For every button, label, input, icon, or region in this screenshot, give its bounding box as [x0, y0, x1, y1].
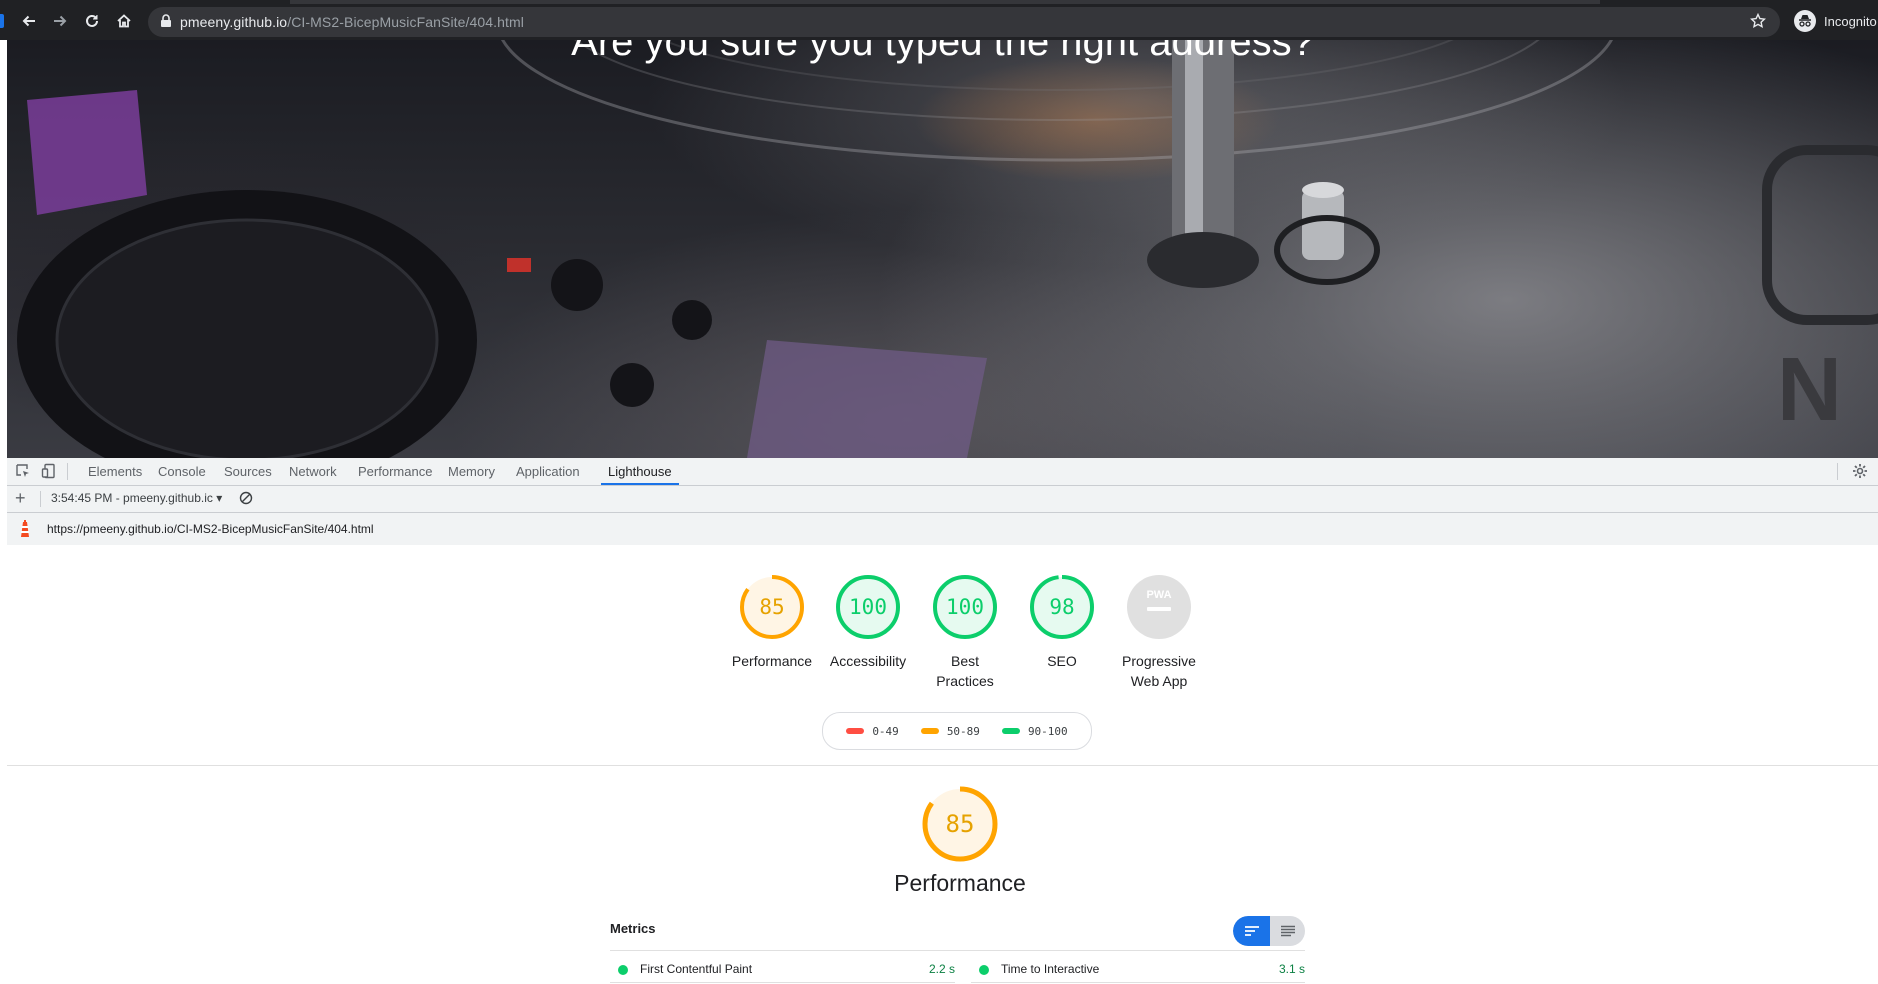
legend-average-swatch [920, 728, 939, 734]
device-toolbar-icon[interactable] [41, 463, 57, 484]
clear-reports-icon[interactable] [239, 491, 253, 510]
best-practices-score: 100 [946, 595, 984, 619]
pwa-badge-icon: PWA [1125, 573, 1193, 641]
metrics-divider [610, 950, 1305, 951]
metrics-heading: Metrics [610, 921, 656, 936]
performance-score-large: 85 [945, 810, 975, 838]
expanded-view-icon[interactable] [1270, 916, 1305, 946]
legend-average: 50-89 [920, 725, 980, 738]
legend-fail: 0-49 [846, 725, 899, 738]
accessibility-label: Accessibility [829, 653, 907, 669]
window-edge-indicator [0, 14, 4, 28]
tab-performance[interactable]: Performance [358, 458, 432, 485]
browser-toolbar: pmeeny.github.io/CI-MS2-BicepMusicFanSit… [0, 0, 1878, 40]
tab-lighthouse[interactable]: Lighthouse [601, 458, 679, 485]
address-url[interactable]: pmeeny.github.io/CI-MS2-BicepMusicFanSit… [180, 14, 524, 30]
tab-console[interactable]: Console [158, 458, 206, 485]
settings-gear-icon[interactable] [1852, 463, 1868, 484]
report-url-bar: https://pmeeny.github.io/CI-MS2-BicepMus… [7, 513, 1878, 545]
gauge-accessibility[interactable]: 100 Accessibility [820, 573, 916, 671]
metric-row-divider [971, 982, 1305, 983]
svg-text:N: N [1777, 340, 1842, 440]
pwa-label: Progressive Web App [1122, 653, 1196, 689]
tab-sources[interactable]: Sources [224, 458, 272, 485]
home-icon[interactable] [113, 10, 135, 32]
metric-time-to-interactive: Time to Interactive 3.1 s [971, 961, 1305, 979]
profile-label: Incognito [1824, 13, 1877, 29]
tab-elements[interactable]: Elements [88, 458, 142, 485]
tab-network[interactable]: Network [289, 458, 337, 485]
incognito-profile-button[interactable]: Incognito [1794, 9, 1877, 33]
forward-arrow-icon[interactable] [49, 10, 71, 32]
compact-view-icon[interactable] [1233, 916, 1270, 946]
reload-icon[interactable] [81, 10, 103, 32]
legend-pass-swatch [1001, 728, 1020, 734]
accessibility-score: 100 [849, 595, 887, 619]
gauge-pwa[interactable]: PWA Progressive Web App [1111, 573, 1207, 691]
pass-dot-icon [979, 965, 989, 975]
new-report-plus-icon[interactable]: + [15, 489, 26, 507]
tab-strip-edge [290, 0, 1600, 4]
performance-section-title: Performance [894, 870, 1026, 896]
performance-gauge-large: 85 [920, 784, 1000, 864]
incognito-icon [1794, 10, 1816, 32]
seo-label: SEO [1047, 653, 1077, 669]
page-heading: Are you sure you typed the right address… [571, 40, 1314, 64]
performance-label: Performance [731, 653, 813, 669]
lighthouse-logo-icon [18, 520, 32, 543]
dropdown-caret-icon: ▾ [216, 491, 223, 505]
metric-row-divider [610, 982, 955, 983]
best-practices-label: Best Practices [936, 653, 994, 689]
devtools-panel: Elements Console Sources Network Perform… [7, 458, 1878, 984]
back-arrow-icon[interactable] [18, 10, 40, 32]
metrics-view-toggle[interactable] [1233, 916, 1305, 946]
report-url[interactable]: https://pmeeny.github.io/CI-MS2-BicepMus… [47, 522, 374, 536]
score-legend: 0-49 50-89 90-100 [822, 712, 1092, 750]
tab-application[interactable]: Application [516, 458, 580, 485]
turntable-photo: N [17, 40, 1878, 458]
pwa-badge-text: PWA [1146, 589, 1172, 601]
seo-score: 98 [1049, 595, 1075, 619]
inspect-element-icon[interactable] [15, 463, 31, 484]
gauge-seo[interactable]: 98 SEO [1014, 573, 1110, 671]
legend-pass: 90-100 [1001, 725, 1068, 738]
lock-icon[interactable] [160, 14, 172, 33]
lighthouse-toolbar: + 3:54:45 PM - pmeeny.github.ic ▾ [7, 486, 1878, 513]
address-bar[interactable]: pmeeny.github.io/CI-MS2-BicepMusicFanSit… [148, 7, 1780, 37]
legend-fail-swatch [846, 728, 865, 734]
devtools-tabbar: Elements Console Sources Network Perform… [7, 458, 1878, 486]
section-divider [7, 765, 1878, 766]
gauge-best-practices[interactable]: 100 Best Practices [917, 573, 1013, 691]
report-select[interactable]: 3:54:45 PM - pmeeny.github.ic ▾ [51, 491, 222, 505]
performance-score: 85 [759, 595, 785, 619]
gauge-performance[interactable]: 85 Performance [724, 573, 820, 671]
tab-memory[interactable]: Memory [448, 458, 495, 485]
metric-first-contentful-paint: First Contentful Paint 2.2 s [610, 961, 955, 979]
page-hero-background: N Are you sure you typed the right addre… [7, 40, 1878, 458]
pass-dot-icon [618, 965, 628, 975]
bookmark-star-icon[interactable] [1750, 12, 1766, 34]
